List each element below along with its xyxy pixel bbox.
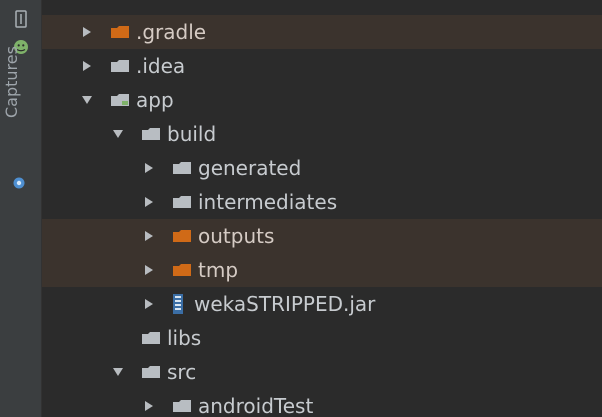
tree-label: intermediates <box>198 190 338 214</box>
tree-label: androidTest <box>198 394 314 417</box>
orange-folder-icon <box>111 26 129 38</box>
tree-row-generated[interactable]: generated <box>42 151 602 185</box>
chevron-down-icon[interactable] <box>109 363 127 381</box>
chevron-right-icon[interactable] <box>140 261 158 279</box>
gray-folder-icon <box>142 366 160 378</box>
gray-folder-icon <box>142 128 160 140</box>
chevron-down-icon[interactable] <box>109 125 127 143</box>
tree-label: app <box>136 88 174 112</box>
tree-label: libs <box>167 326 202 350</box>
chevron-right-icon[interactable] <box>140 193 158 211</box>
chevron-right-icon[interactable] <box>140 295 158 313</box>
gray-folder-icon <box>173 162 191 174</box>
tree-row-gradle[interactable]: .gradle <box>42 15 602 49</box>
project-tree: .gradle .idea app build generated interm… <box>42 0 602 417</box>
tree-label: outputs <box>198 224 275 248</box>
tree-label: .gradle <box>136 20 207 44</box>
tree-label: wekaSTRIPPED.jar <box>194 292 376 316</box>
tree-row-intermediates[interactable]: intermediates <box>42 185 602 219</box>
gray-folder-icon <box>173 196 191 208</box>
tree-row-androidtest[interactable]: androidTest <box>42 389 602 417</box>
chevron-down-icon[interactable] <box>78 91 96 109</box>
tree-row-outputs[interactable]: outputs <box>42 219 602 253</box>
tree-row-tmp[interactable]: tmp <box>42 253 602 287</box>
window-icon[interactable] <box>12 10 30 28</box>
tree-row-build[interactable]: build <box>42 117 602 151</box>
left-tool-strip: Captures <box>0 0 42 417</box>
tree-label: src <box>167 360 197 384</box>
tree-row-jar[interactable]: wekaSTRIPPED.jar <box>42 287 602 321</box>
chevron-right-icon[interactable] <box>78 23 96 41</box>
module-folder-icon <box>111 94 129 106</box>
tree-row-src[interactable]: src <box>42 355 602 389</box>
orange-folder-icon <box>173 230 191 242</box>
jar-icon <box>173 294 183 314</box>
captures-tab-label: Captures <box>2 46 21 118</box>
tree-label: .idea <box>136 54 186 78</box>
gray-folder-icon <box>111 60 129 72</box>
gray-folder-icon <box>142 332 160 344</box>
ide-window: Captures .gradle .idea app build generat… <box>0 0 602 417</box>
orange-folder-icon <box>173 264 191 276</box>
tree-row-libs[interactable]: libs <box>42 321 602 355</box>
tree-label: build <box>167 122 217 146</box>
tree-row-idea[interactable]: .idea <box>42 49 602 83</box>
tree-label: generated <box>198 156 302 180</box>
gray-folder-icon <box>173 400 191 412</box>
chevron-right-icon[interactable] <box>140 397 158 415</box>
tree-label: tmp <box>198 258 239 282</box>
tree-row-app[interactable]: app <box>42 83 602 117</box>
camera-icon[interactable] <box>12 176 26 190</box>
chevron-right-icon[interactable] <box>140 227 158 245</box>
chevron-right-icon[interactable] <box>78 57 96 75</box>
chevron-right-icon[interactable] <box>140 159 158 177</box>
